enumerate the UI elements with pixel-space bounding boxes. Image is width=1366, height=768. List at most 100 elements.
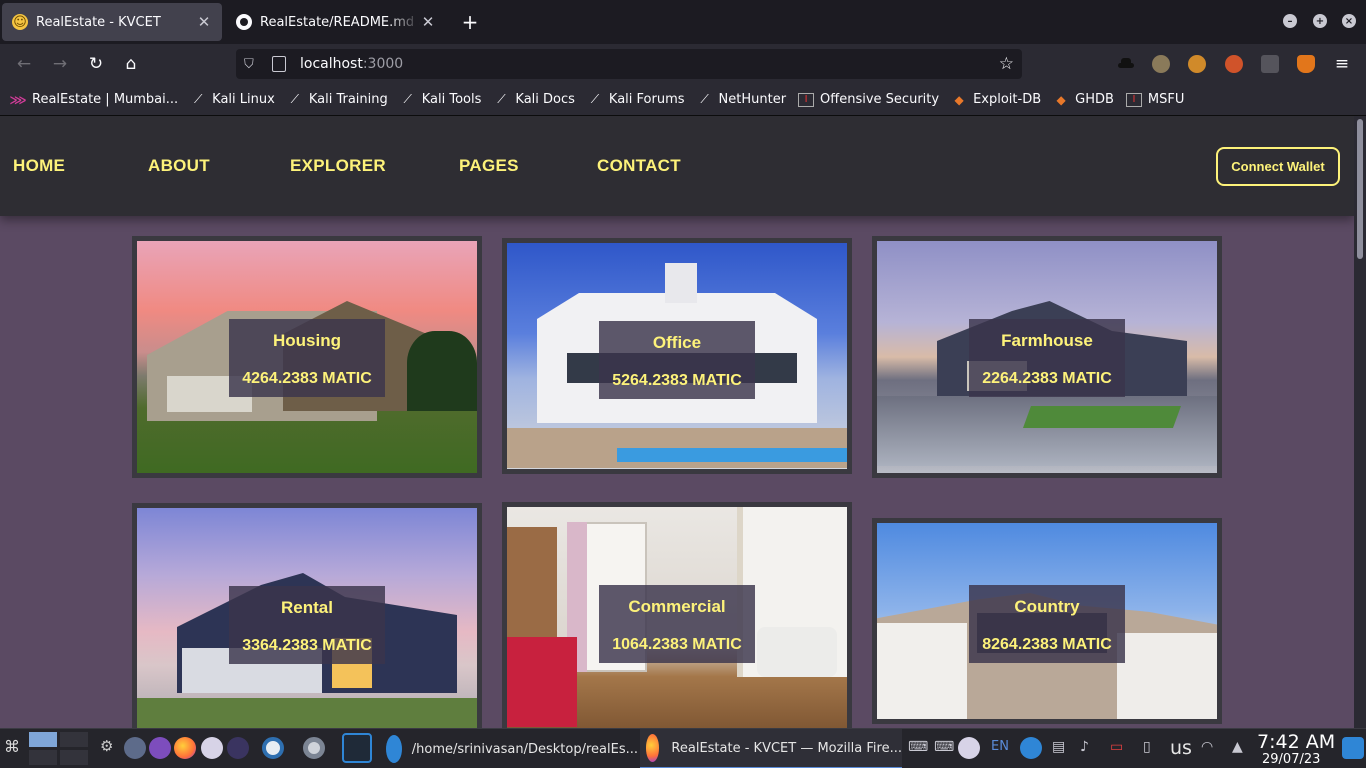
- github-icon: [236, 14, 252, 30]
- metamask-icon[interactable]: [1297, 55, 1315, 73]
- url-bar[interactable]: ⛉ localhost :3000 ☆: [236, 49, 1022, 79]
- update-icon[interactable]: [1020, 737, 1042, 759]
- folder-icon[interactable]: [1342, 737, 1364, 759]
- close-tab-icon[interactable]: ✕: [420, 13, 436, 31]
- wifi-icon[interactable]: ◠: [1201, 739, 1213, 755]
- bookmark-item[interactable]: ◆ GHDB: [1053, 92, 1114, 107]
- nav-contact[interactable]: CONTACT: [597, 156, 681, 176]
- settings-icon[interactable]: ⚙: [100, 737, 122, 759]
- page-info-icon[interactable]: [272, 56, 286, 72]
- maximize-icon[interactable]: +: [1313, 14, 1327, 28]
- volume-icon[interactable]: ♪: [1080, 739, 1089, 755]
- terminal-icon[interactable]: ⌨: [908, 739, 928, 755]
- listing-card-country[interactable]: Country 8264.2383 MATIC: [872, 518, 1222, 724]
- connect-wallet-button[interactable]: Connect Wallet: [1216, 147, 1340, 186]
- minimize-icon[interactable]: –: [1283, 14, 1297, 28]
- system-icon[interactable]: [124, 737, 146, 759]
- bookmark-item[interactable]: Ⅰ Offensive Security: [798, 92, 939, 107]
- scrollbar-thumb[interactable]: [1357, 119, 1363, 259]
- clock-date: 29/07/23: [1262, 752, 1321, 767]
- office-photo: Office 5264.2383 MATIC: [507, 243, 847, 469]
- nav-pages[interactable]: PAGES: [459, 156, 519, 176]
- bookmark-item[interactable]: ⟋ Kali Forums: [587, 92, 685, 107]
- farmhouse-photo: Farmhouse 2264.2383 MATIC: [877, 241, 1217, 473]
- kali-dragon-icon: ⟋: [590, 92, 600, 106]
- bookmark-item[interactable]: ⟋ Kali Docs: [493, 92, 575, 107]
- bookmark-star-icon[interactable]: ☆: [999, 54, 1014, 74]
- bookmark-label: Kali Linux: [212, 92, 275, 107]
- listing-card-farmhouse[interactable]: Farmhouse 2264.2383 MATIC: [872, 236, 1222, 478]
- kali-dragon-icon: ⟋: [497, 92, 506, 106]
- task-file-manager[interactable]: /home/srinivasan/Desktop/realEs...: [382, 729, 638, 768]
- url-host: localhost: [300, 56, 363, 72]
- nav-explorer[interactable]: EXPLORER: [290, 156, 386, 176]
- listing-card-rental[interactable]: Rental 3364.2383 MATIC: [132, 503, 482, 728]
- keyboard-layout[interactable]: us: [1170, 737, 1192, 759]
- close-window-icon[interactable]: ×: [1342, 14, 1356, 28]
- media-icon[interactable]: [227, 737, 249, 759]
- wappalyzer-icon[interactable]: [1225, 55, 1243, 73]
- storage-icon[interactable]: ▯: [1143, 739, 1151, 755]
- nav-home[interactable]: HOME: [13, 156, 65, 176]
- commercial-photo: Commercial 1064.2383 MATIC: [507, 507, 847, 728]
- disc-icon[interactable]: [303, 737, 325, 759]
- bookmark-item[interactable]: ⟋ NetHunter: [697, 92, 786, 107]
- listing-card-housing[interactable]: Housing 4264.2383 MATIC: [132, 236, 482, 478]
- menu-icon[interactable]: ≡: [1330, 52, 1354, 76]
- offsec-icon: Ⅰ: [1125, 92, 1142, 107]
- editor-tray-icon[interactable]: [958, 737, 980, 759]
- listing-name: Office: [652, 333, 702, 352]
- file-manager-icon: [386, 735, 402, 763]
- nav-about[interactable]: ABOUT: [148, 156, 210, 176]
- back-icon[interactable]: ←: [12, 52, 36, 76]
- tab-readme[interactable]: RealEstate/README.md at ✕: [226, 3, 446, 41]
- home-icon[interactable]: ⌂: [119, 52, 143, 76]
- bookmark-label: RealEstate | Mumbai...: [32, 92, 179, 107]
- url-port: :3000: [362, 56, 404, 72]
- tor-icon[interactable]: [149, 737, 171, 759]
- kali-dragon-icon: ⟋: [193, 92, 203, 106]
- forward-icon[interactable]: →: [48, 52, 72, 76]
- vscode-icon[interactable]: [342, 733, 372, 763]
- tray-expand-icon[interactable]: ▲: [1232, 739, 1243, 755]
- terminal-icon[interactable]: ⌨: [934, 739, 954, 755]
- firefox-launcher-icon[interactable]: [174, 737, 196, 759]
- new-tab-button[interactable]: +: [458, 10, 482, 34]
- bookmark-label: Kali Tools: [421, 92, 482, 107]
- listing-card-commercial[interactable]: Commercial 1064.2383 MATIC: [502, 502, 852, 728]
- workspace-switcher[interactable]: [28, 731, 90, 767]
- kali-menu-icon[interactable]: ⌘: [4, 737, 22, 759]
- site-navbar: HOME ABOUT EXPLORER PAGES CONTACT Connec…: [0, 116, 1354, 216]
- bookmark-item[interactable]: Ⅰ MSFU: [1125, 92, 1185, 107]
- browser-toolbar: ← → ↻ ⌂ ⛉ localhost :3000 ☆ ≡: [0, 44, 1366, 84]
- hat-extension-icon[interactable]: [1117, 55, 1135, 73]
- reload-icon[interactable]: ↻: [84, 52, 108, 76]
- close-tab-icon[interactable]: ✕: [196, 13, 212, 31]
- text-editor-icon[interactable]: [201, 737, 223, 759]
- battery-icon[interactable]: ▭: [1110, 739, 1123, 755]
- bookmark-item[interactable]: ⟋ Kali Training: [287, 92, 388, 107]
- bookmark-item[interactable]: ◆ Exploit-DB: [951, 92, 1041, 107]
- offsec-icon: Ⅰ: [798, 92, 815, 107]
- kali-dragon-icon: ⟋: [700, 92, 709, 106]
- bookmark-item[interactable]: ⟋ Kali Linux: [190, 92, 275, 107]
- cookie-extension-icon[interactable]: [1152, 55, 1170, 73]
- cookie-autodelete-icon[interactable]: [1188, 55, 1206, 73]
- clock-time[interactable]: 7:42 AM: [1257, 731, 1335, 753]
- tab-title: RealEstate - KVCET: [36, 14, 161, 30]
- page-scrollbar[interactable]: [1354, 116, 1366, 728]
- language-indicator[interactable]: EN: [991, 739, 1009, 754]
- task-label: RealEstate - KVCET — Mozilla Fire...: [671, 740, 902, 756]
- bookmark-label: MSFU: [1147, 92, 1185, 107]
- shield-icon[interactable]: ⛉: [244, 57, 260, 72]
- screenshot-icon[interactable]: [262, 737, 284, 759]
- tab-realestate[interactable]: ☺ RealEstate - KVCET ✕: [2, 3, 222, 41]
- task-firefox[interactable]: RealEstate - KVCET — Mozilla Fire...: [640, 729, 902, 768]
- bookmark-label: Kali Training: [308, 92, 388, 107]
- clipboard-icon[interactable]: ▤: [1052, 739, 1065, 755]
- bookmark-label: GHDB: [1075, 92, 1114, 107]
- bookmark-item[interactable]: ⋙ RealEstate | Mumbai...: [9, 92, 179, 107]
- listing-card-office[interactable]: Office 5264.2383 MATIC: [502, 238, 852, 474]
- extension-puzzle-icon[interactable]: [1261, 55, 1279, 73]
- bookmark-item[interactable]: ⟋ Kali Tools: [400, 92, 482, 107]
